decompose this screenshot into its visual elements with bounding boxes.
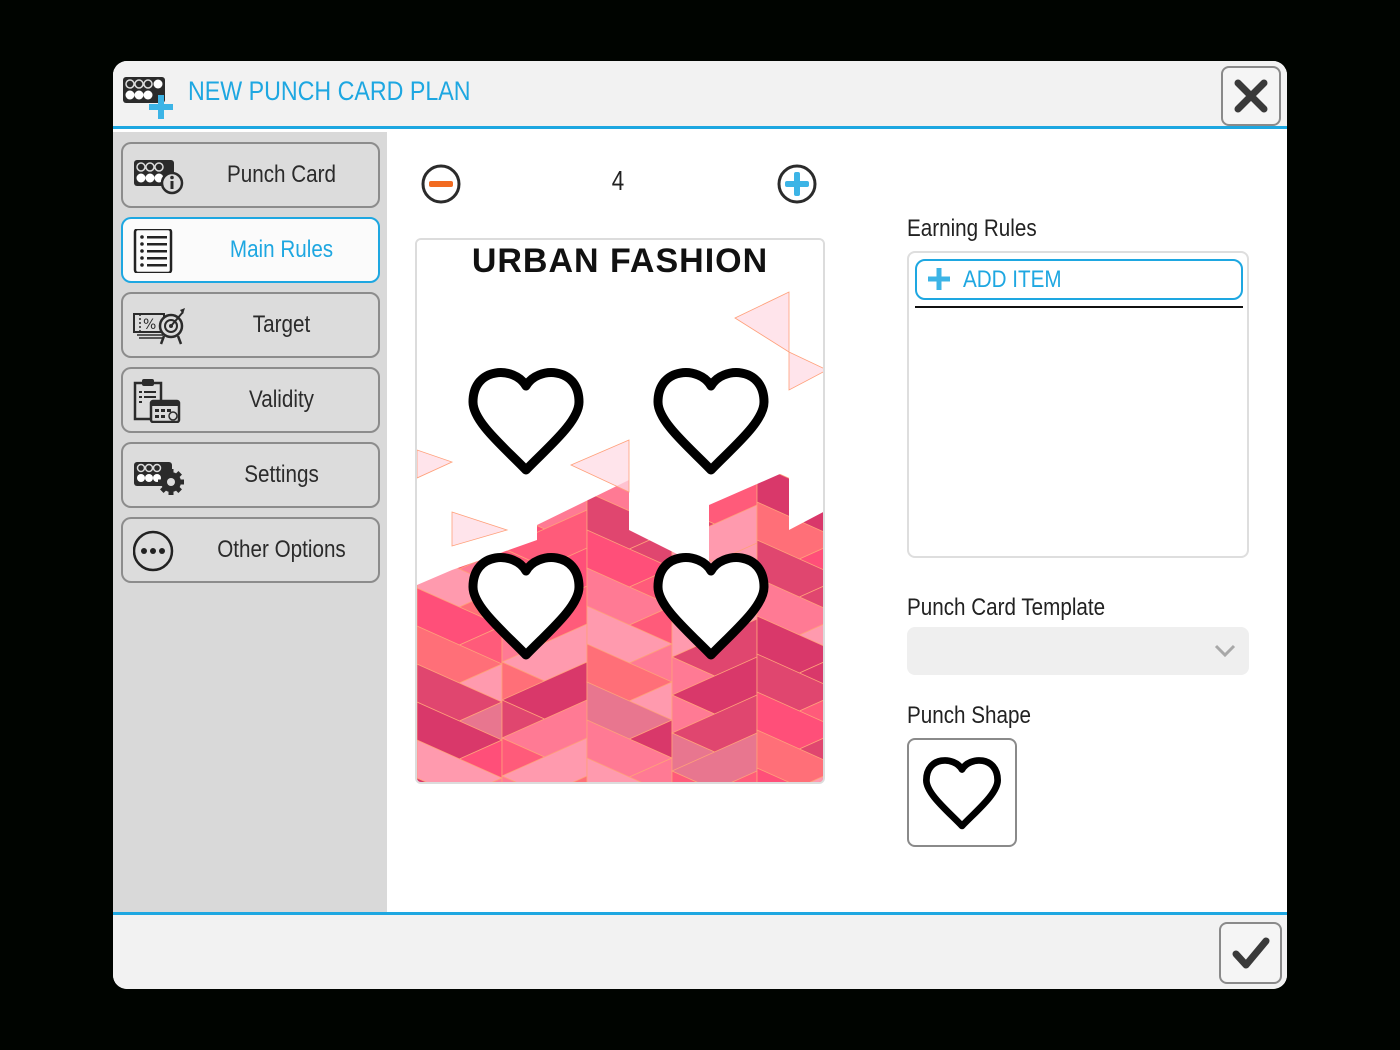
- sidebar-item-label: Main Rules: [229, 236, 334, 263]
- sidebar-item-other-options[interactable]: Other Options: [121, 517, 380, 583]
- add-item-button[interactable]: ADD ITEM: [915, 259, 1243, 300]
- sidebar-item-label: Punch Card Details: [226, 161, 337, 250]
- sidebar-item-label: Target: [252, 311, 311, 338]
- card-title: URBAN FASHION: [471, 242, 769, 280]
- confirm-button[interactable]: [1219, 922, 1282, 984]
- heart-outline-icon: [468, 553, 584, 660]
- card-background-pattern: [417, 240, 823, 782]
- dialog-footer: [113, 912, 1287, 989]
- template-select[interactable]: [907, 627, 1249, 675]
- add-item-label: ADD ITEM: [963, 266, 1062, 293]
- sidebar-item-label: Other Options: [217, 536, 346, 563]
- sidebar-item-punch-card-details[interactable]: Punch Card Details: [121, 142, 380, 250]
- main-panel: 4 URBAN FASHION Earning Rules ADD ITEM P…: [387, 132, 1287, 912]
- chevron-down-icon: [1214, 644, 1236, 658]
- calendar-clipboard-icon: [133, 379, 181, 423]
- earning-rules-list: ADD ITEM: [907, 251, 1249, 558]
- more-options-icon: [133, 530, 174, 572]
- sidebar-item-validity[interactable]: Validity: [121, 367, 380, 433]
- heart-outline-icon: [468, 368, 584, 475]
- sidebar-item-label: Validity: [248, 386, 315, 413]
- sidebar-item-settings[interactable]: Settings: [121, 442, 380, 508]
- heart-outline-icon: [923, 757, 1001, 830]
- punch-card-info-icon: [134, 160, 184, 195]
- punch-count-value: 4: [611, 165, 625, 196]
- heart-outline-icon: [653, 553, 769, 660]
- close-icon: [1234, 79, 1268, 113]
- target-icon: %: [133, 308, 185, 345]
- svg-text:%: %: [143, 317, 156, 333]
- heart-outline-icon: [653, 368, 769, 475]
- sidebar-item-main-rules[interactable]: Main Rules: [121, 217, 380, 283]
- minus-circle-icon[interactable]: [420, 163, 462, 205]
- checkmark-icon: [1232, 937, 1269, 969]
- close-button[interactable]: [1221, 66, 1281, 126]
- sidebar-item-label: Settings: [244, 461, 319, 488]
- punch-card-preview: URBAN FASHION: [415, 238, 825, 784]
- punch-shape-label: Punch Shape: [907, 702, 1031, 729]
- punch-card-gear-icon: [134, 462, 184, 495]
- punch-shape-selector[interactable]: [907, 738, 1017, 847]
- plus-circle-icon[interactable]: [776, 163, 818, 205]
- dialog-header: NEW PUNCH CARD PLAN: [113, 61, 1287, 129]
- sidebar: Punch Card Details Main Rules %: [113, 132, 387, 912]
- earning-rules-label: Earning Rules: [907, 215, 1037, 242]
- rules-list-icon: [133, 229, 173, 273]
- template-label: Punch Card Template: [907, 594, 1106, 621]
- sidebar-item-target[interactable]: % Target: [121, 292, 380, 358]
- plus-icon: [928, 268, 950, 290]
- new-punch-card-dialog: NEW PUNCH CARD PLAN Punch Card Details: [113, 61, 1287, 989]
- list-divider: [915, 306, 1243, 308]
- punch-card-add-icon: [123, 77, 173, 119]
- dialog-title: NEW PUNCH CARD PLAN: [188, 76, 471, 106]
